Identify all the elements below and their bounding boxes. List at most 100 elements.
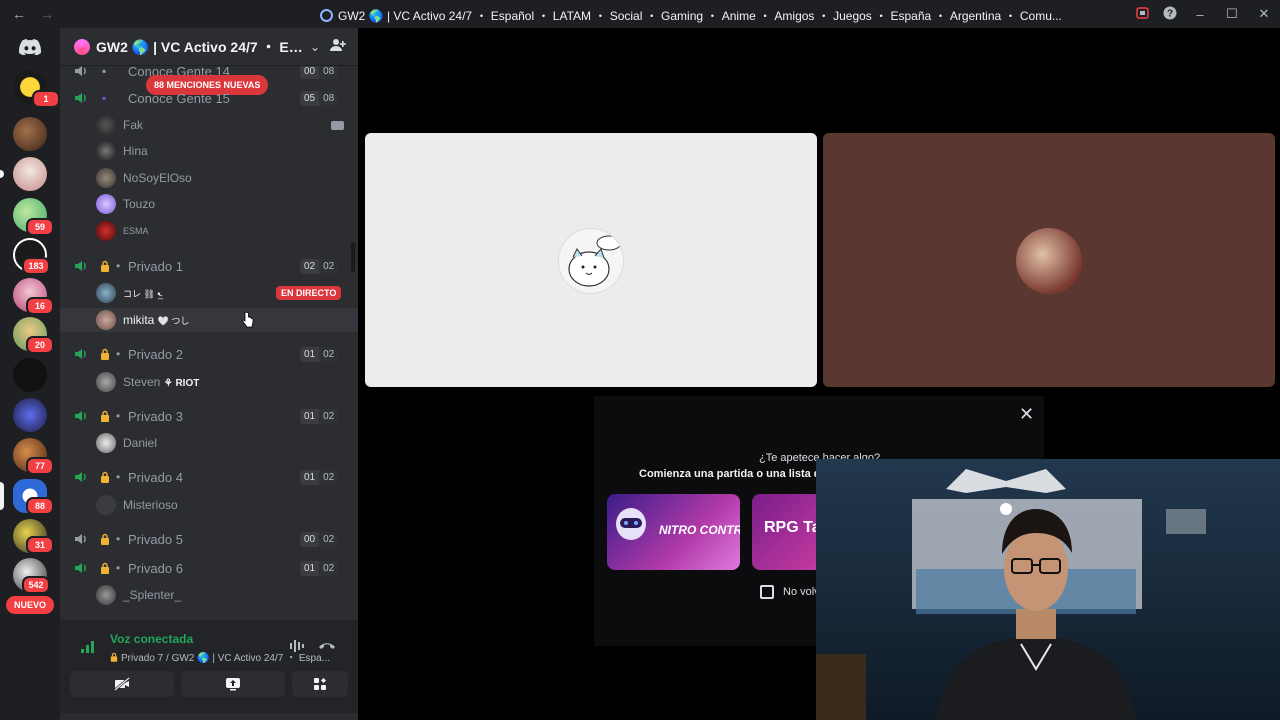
speaker-icon — [75, 411, 86, 421]
voice-channel[interactable]: • Privado 3 01 02 — [60, 405, 358, 427]
share-screen-button[interactable] — [181, 671, 285, 697]
new-servers-badge[interactable]: NUEVO — [6, 596, 54, 614]
server-badge: 542 — [22, 576, 50, 594]
server-logo-icon — [320, 9, 333, 22]
inbox-icon[interactable] — [1128, 6, 1156, 22]
speaker-icon — [75, 66, 86, 76]
user-count: 00 02 — [300, 531, 339, 547]
lock-icon — [101, 410, 109, 422]
speaker-icon — [75, 563, 86, 573]
member-name: mikita 🤍 つし — [123, 313, 190, 327]
server-icon-2[interactable] — [13, 117, 47, 151]
voice-member[interactable]: mikita 🤍 つし — [60, 308, 358, 332]
lock-icon — [110, 652, 118, 662]
member-name: _Splenter_ — [123, 588, 182, 602]
server-rail: 1 59 183 16 20 77 88 31 542 NUEVO — [0, 28, 60, 720]
invite-people-icon[interactable] — [330, 38, 346, 55]
voice-member[interactable]: Daniel — [60, 431, 358, 455]
lock-icon — [101, 562, 109, 574]
voice-channel[interactable]: • Privado 4 01 02 — [60, 466, 358, 488]
disconnect-icon[interactable] — [318, 639, 336, 653]
voice-channel[interactable]: • Privado 5 00 02 — [60, 528, 358, 550]
forward-arrow-icon[interactable]: → — [40, 6, 54, 22]
speaker-icon — [75, 349, 86, 359]
noise-suppression-icon[interactable] — [289, 639, 307, 653]
voice-channel[interactable]: • Privado 1 02 02 — [60, 255, 358, 277]
avatar — [96, 310, 116, 330]
channel-name: Conoce Gente 15 — [128, 90, 230, 106]
scrollbar-thumb[interactable] — [351, 242, 355, 272]
voice-member[interactable]: Steven ⚘ RIOT — [60, 370, 358, 394]
voice-member[interactable]: Touzo — [60, 192, 358, 216]
voice-member[interactable]: NoSoyElOso — [60, 166, 358, 190]
voice-member[interactable]: ESMA — [60, 219, 358, 243]
activities-icon — [314, 678, 326, 690]
participant-tile[interactable] — [365, 133, 817, 387]
avatar — [96, 194, 116, 214]
voice-member[interactable]: Misterioso — [60, 493, 358, 517]
history-nav: ← → — [12, 6, 54, 22]
signal-icon[interactable] — [80, 639, 96, 653]
window-title-text: GW2 🌎 | VC Activo 24/7 ・ Español ・ LATAM… — [338, 9, 1062, 23]
channel-bullet: ▪ — [102, 91, 107, 105]
voice-stage: ✕ ¿Te apetece hacer algo? Comienza una p… — [358, 28, 1280, 720]
server-header[interactable]: GW2 🌎 | VC Activo 24/7 ・ Espa... ⌄ — [60, 28, 358, 66]
activity-card[interactable]: RPG Ta — [752, 494, 816, 570]
voice-connection-panel: Voz conectada Privado 7 / GW2 🌎 | VC Act… — [60, 620, 358, 720]
server-badge: 77 — [26, 457, 54, 475]
close-window-icon[interactable]: ✕ — [1248, 6, 1280, 22]
server-badge: 31 — [26, 536, 54, 554]
back-arrow-icon[interactable]: ← — [12, 6, 26, 22]
discord-home-icon[interactable] — [13, 30, 47, 64]
channel-name: Privado 3 — [128, 408, 183, 424]
voice-member[interactable]: Fak — [60, 113, 358, 137]
server-icon-3[interactable] — [13, 157, 47, 191]
activity-card[interactable]: NITRO CONTROL — [607, 494, 740, 570]
toggle-camera-button[interactable] — [70, 671, 174, 697]
avatar — [96, 283, 116, 303]
svg-text:?: ? — [1167, 8, 1173, 19]
user-count: 01 02 — [300, 560, 339, 576]
minimize-icon[interactable]: – — [1184, 7, 1216, 22]
member-name: Steven ⚘ RIOT — [123, 375, 200, 389]
voice-member[interactable]: Hina — [60, 139, 358, 163]
avatar — [96, 168, 116, 188]
participant-avatar — [1016, 228, 1082, 294]
help-icon[interactable]: ? — [1156, 6, 1184, 23]
unread-pill — [0, 170, 4, 178]
voice-status[interactable]: Voz conectada — [110, 632, 193, 646]
avatar — [96, 433, 116, 453]
game-title: NITRO CONTROL — [659, 523, 740, 537]
user-count: 01 02 — [300, 408, 339, 424]
voice-member[interactable]: _Splenter_ — [60, 583, 358, 607]
channel-name: Privado 1 — [128, 258, 183, 274]
member-name: Fak — [123, 118, 144, 132]
screen-share-icon — [226, 678, 240, 691]
webcam-feed-image — [816, 459, 1280, 720]
voice-channel[interactable]: ▪ Conoce Gente 15 05 08 — [60, 87, 358, 109]
maximize-icon[interactable]: ☐ — [1216, 6, 1248, 22]
server-icon-8[interactable] — [13, 358, 47, 392]
selected-pill — [0, 482, 4, 510]
channel-bullet: • — [116, 561, 121, 575]
channel-bullet: • — [116, 409, 121, 423]
camera-icon — [331, 120, 344, 130]
voice-channel[interactable]: • Privado 6 01 02 — [60, 557, 358, 579]
server-badge: 88 — [26, 497, 54, 515]
voice-member[interactable]: コレ ⛓ •̴̲ EN DIRECTO — [60, 281, 358, 305]
participant-tile[interactable] — [823, 133, 1275, 387]
server-icon-9[interactable] — [13, 398, 47, 432]
title-bar: ← → GW2 🌎 | VC Activo 24/7 ・ Español ・ L… — [0, 0, 1280, 28]
chevron-down-icon[interactable]: ⌄ — [310, 40, 320, 54]
dont-show-again-label: No volv — [783, 586, 820, 598]
voice-channel[interactable]: • Privado 2 01 02 — [60, 343, 358, 365]
close-icon[interactable]: ✕ — [1019, 404, 1034, 425]
dont-show-again-checkbox[interactable] — [760, 585, 774, 599]
game-title: RPG Ta — [764, 519, 816, 536]
camera-off-icon — [114, 677, 130, 691]
server-badge: 59 — [26, 218, 54, 236]
live-badge[interactable]: EN DIRECTO — [276, 286, 342, 300]
activities-button[interactable] — [292, 671, 348, 697]
channel-bullet: • — [116, 347, 121, 361]
avatar — [96, 372, 116, 392]
